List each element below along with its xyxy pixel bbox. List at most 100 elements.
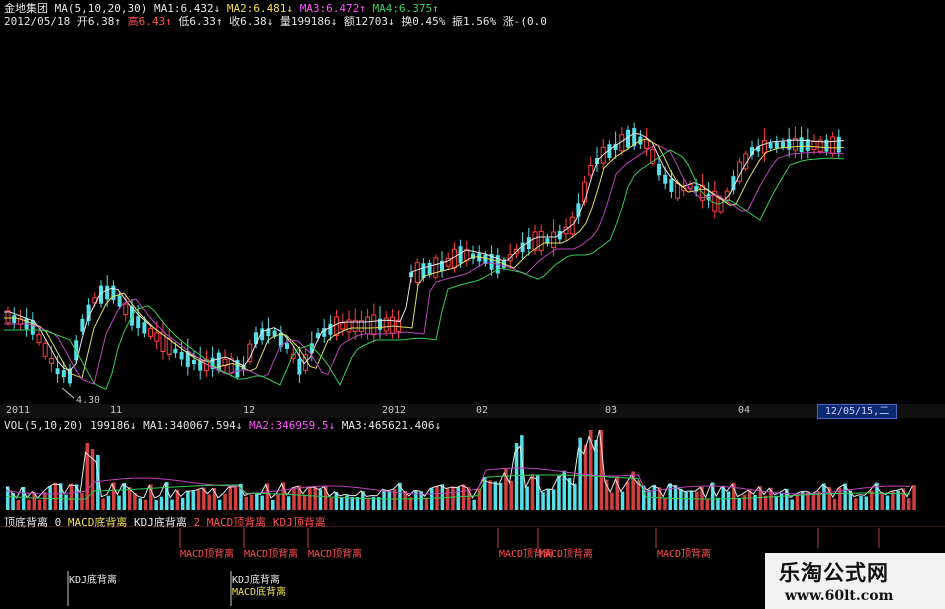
volume-chart[interactable] xyxy=(0,430,945,514)
volume-bar xyxy=(233,486,238,510)
volume-bar xyxy=(218,499,222,510)
candle-body xyxy=(768,142,773,149)
watermark-url: www.60lt.com xyxy=(785,588,894,604)
volume-bar xyxy=(557,475,561,510)
macd-bottom-signal: MACD底背离 xyxy=(232,587,287,598)
volume-bar xyxy=(530,474,535,510)
candle-body xyxy=(669,178,674,192)
volume-bar xyxy=(329,497,333,510)
axis-label: 04 xyxy=(738,405,751,416)
volume-bar xyxy=(191,491,195,510)
candle-body xyxy=(30,320,35,335)
volume-bar xyxy=(885,495,890,510)
candle-body xyxy=(761,140,767,154)
volume-bar xyxy=(223,494,227,510)
candle-body xyxy=(538,230,544,252)
volume-bar xyxy=(170,499,174,510)
volume-bar xyxy=(255,493,259,510)
candle-body xyxy=(427,262,432,276)
volume-bar xyxy=(27,499,31,510)
candle-body xyxy=(458,246,463,264)
candle-body xyxy=(36,334,42,343)
time-axis: 2011 11 12 2012 02 03 04 12/05/15,二 xyxy=(0,404,945,419)
volume-bar xyxy=(159,496,164,510)
volume-bar xyxy=(869,490,874,510)
volume-bar xyxy=(271,499,275,510)
volume-bar xyxy=(763,495,768,510)
current-date-box: 12/05/15,二 xyxy=(817,404,897,419)
volume-bar xyxy=(493,481,498,510)
volume-bar xyxy=(180,497,185,510)
macd-top-signal: MACD顶背离 xyxy=(180,549,235,560)
volume-bar xyxy=(276,494,280,510)
macd-top-signal: MACD顶背离 xyxy=(244,549,299,560)
axis-label: 2011 xyxy=(6,405,31,416)
volume-bar xyxy=(350,497,354,510)
ma2-line xyxy=(4,138,845,379)
volume-bar xyxy=(811,495,816,510)
candle-body xyxy=(328,323,333,335)
volume-bar xyxy=(620,491,625,510)
volume-bar xyxy=(292,487,296,510)
volume-bar xyxy=(318,489,323,510)
volume-bar xyxy=(907,498,911,510)
volume-bar xyxy=(286,496,291,510)
volume-bar xyxy=(488,480,492,510)
volume-bar xyxy=(891,491,895,510)
volume-bar xyxy=(53,482,58,510)
volume-bar xyxy=(265,483,270,510)
candle-body xyxy=(86,304,91,321)
volume-bar xyxy=(69,483,74,510)
candle-body xyxy=(136,316,141,329)
volume-bar xyxy=(726,491,731,510)
volume-bar xyxy=(472,499,476,510)
volume-bar xyxy=(695,491,699,510)
volume-bar xyxy=(673,485,678,510)
candle-body xyxy=(154,332,160,342)
volume-bar xyxy=(551,489,556,510)
axis-label: 11 xyxy=(110,405,123,416)
volume-bar xyxy=(822,483,826,510)
candle-body xyxy=(297,358,302,375)
volume-bar xyxy=(430,488,434,510)
candle-body xyxy=(464,249,470,261)
candle-body xyxy=(42,342,48,357)
volume-bar xyxy=(143,499,148,510)
volume-bar xyxy=(196,489,201,510)
candle-body xyxy=(192,359,196,365)
candle-body xyxy=(781,141,785,148)
candle-body xyxy=(117,295,122,307)
volume-bar xyxy=(106,495,111,510)
watermark-title: 乐淘公式网 xyxy=(779,561,889,585)
volume-bar xyxy=(207,494,211,510)
volume-bar xyxy=(774,495,778,510)
volume-bar xyxy=(546,488,551,510)
candle-body xyxy=(48,358,54,364)
volume-bar xyxy=(445,488,450,510)
macd-top-signal: MACD顶背离 xyxy=(308,549,363,560)
volume-bar xyxy=(541,492,545,510)
volume-bar xyxy=(37,499,42,510)
volume-bar xyxy=(790,499,794,510)
volume-bar xyxy=(663,498,667,510)
volume-bar xyxy=(795,495,800,510)
candle-body xyxy=(588,165,594,176)
candle-body xyxy=(414,262,420,284)
axis-label: 12 xyxy=(243,405,256,416)
candle-body xyxy=(675,183,681,199)
volume-bar xyxy=(101,498,105,510)
volume-bar xyxy=(573,483,577,510)
volume-bar xyxy=(80,493,84,510)
macd-top-signal: MACD顶背离 xyxy=(539,549,594,560)
volume-bar xyxy=(880,492,884,510)
candle-body xyxy=(774,142,779,149)
volume-bar xyxy=(186,491,190,510)
volume-bar xyxy=(647,489,651,510)
candle-body xyxy=(433,257,439,278)
volume-bar xyxy=(498,482,503,510)
ma1-line xyxy=(4,132,845,372)
volume-bar xyxy=(748,490,752,510)
volume-bar xyxy=(509,480,513,510)
candle-body xyxy=(582,181,588,203)
price-chart[interactable]: 4.30 xyxy=(0,26,945,404)
